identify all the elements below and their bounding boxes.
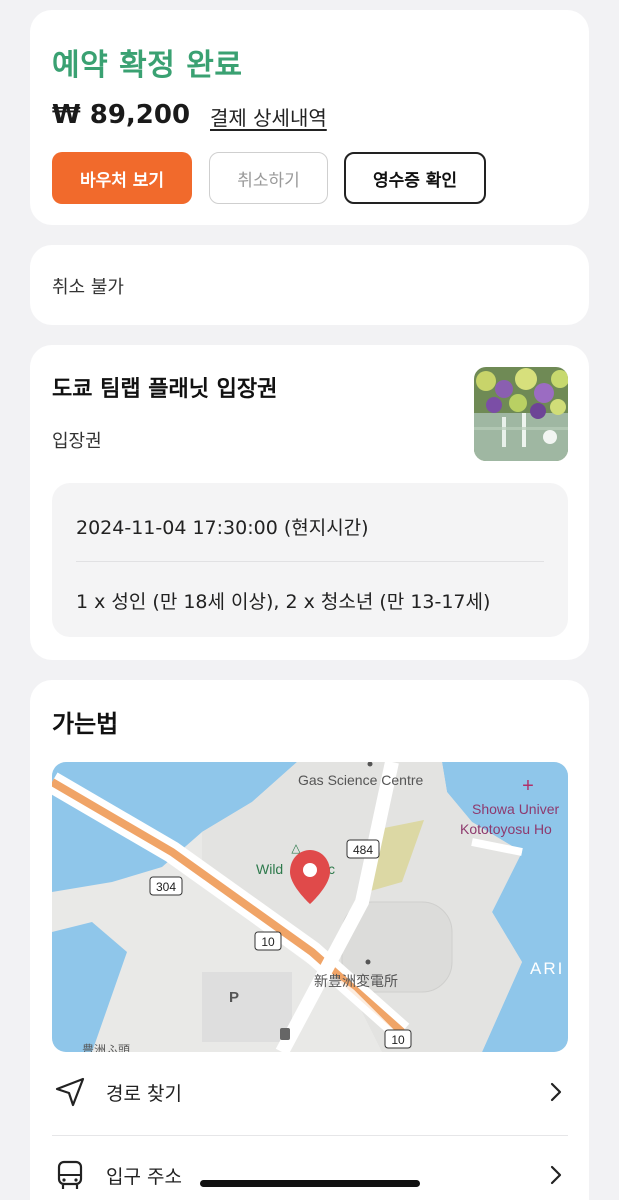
svg-text:484: 484 (353, 843, 373, 857)
cancel-booking-button[interactable]: 취소하기 (209, 152, 328, 204)
product-title: 도쿄 팀랩 플래닛 입장권 (52, 377, 278, 402)
svg-text:+: + (522, 775, 534, 797)
entrance-address-row[interactable]: 입구 주소 (52, 1145, 568, 1200)
view-voucher-button[interactable]: 바우처 보기 (52, 152, 192, 204)
directions-row[interactable]: 경로 찾기 (52, 1062, 568, 1122)
map-label-substation: 新豊洲変電所 (314, 973, 398, 989)
total-price: ₩ 89,200 (52, 100, 191, 130)
map-label-parking: P (229, 989, 239, 1006)
cancel-policy-text: 취소 불가 (52, 277, 124, 298)
product-thumbnail[interactable] (474, 367, 568, 461)
view-receipt-button[interactable]: 영수증 확인 (344, 152, 486, 204)
route-10-shield: 10 (254, 931, 282, 951)
payment-detail-link[interactable]: 결제 상세내역 (210, 102, 327, 131)
cancel-policy-card: 취소 불가 (30, 245, 589, 325)
route-section-title: 가는법 (52, 710, 119, 738)
product-subtitle: 입장권 (52, 431, 102, 452)
route-card: 가는법 484 304 10 10 Gas Science Centre Sho… (30, 680, 589, 1200)
product-card: 도쿄 팀랩 플래닛 입장권 입장권 2024-11-04 17:30:00 (현… (30, 345, 589, 660)
map-label-ari: ARI (530, 959, 564, 978)
directions-label: 경로 찾기 (106, 1082, 182, 1105)
ticket-quantities: 1 x 성인 (만 18세 이상), 2 x 청소년 (만 13-17세) (76, 591, 491, 613)
map-label-gas-science: Gas Science Centre (298, 772, 423, 788)
map-label-kototoyosu: Kototoyosu Ho (460, 821, 552, 837)
navigation-arrow-icon (52, 1074, 88, 1110)
home-indicator[interactable] (200, 1180, 420, 1187)
booking-info-box: 2024-11-04 17:30:00 (현지시간) 1 x 성인 (만 18세… (52, 483, 568, 637)
booking-status-card: 예약 확정 완료 ₩ 89,200 결제 상세내역 바우처 보기 취소하기 영수… (30, 10, 589, 225)
chevron-right-icon (544, 1163, 568, 1187)
visit-datetime: 2024-11-04 17:30:00 (현지시간) (76, 517, 369, 539)
booking-status-title: 예약 확정 완료 (52, 48, 243, 83)
map-label-showa: Showa Univer (472, 801, 559, 817)
svg-text:10: 10 (391, 1033, 405, 1047)
bus-icon (52, 1157, 88, 1193)
chevron-right-icon (544, 1080, 568, 1104)
route-304-shield: 304 (149, 876, 183, 896)
divider (52, 1135, 568, 1136)
route-484-shield: 484 (346, 839, 380, 859)
svg-text:10: 10 (261, 935, 275, 949)
svg-text:304: 304 (156, 880, 176, 894)
route-10-shield: 10 (384, 1029, 412, 1049)
map-label-wild: Wild (256, 861, 283, 877)
divider (76, 561, 544, 562)
location-map[interactable]: 484 304 10 10 Gas Science Centre Showa U… (52, 762, 568, 1052)
map-label-toyosu: 豊洲ふ頭 (82, 1043, 130, 1052)
